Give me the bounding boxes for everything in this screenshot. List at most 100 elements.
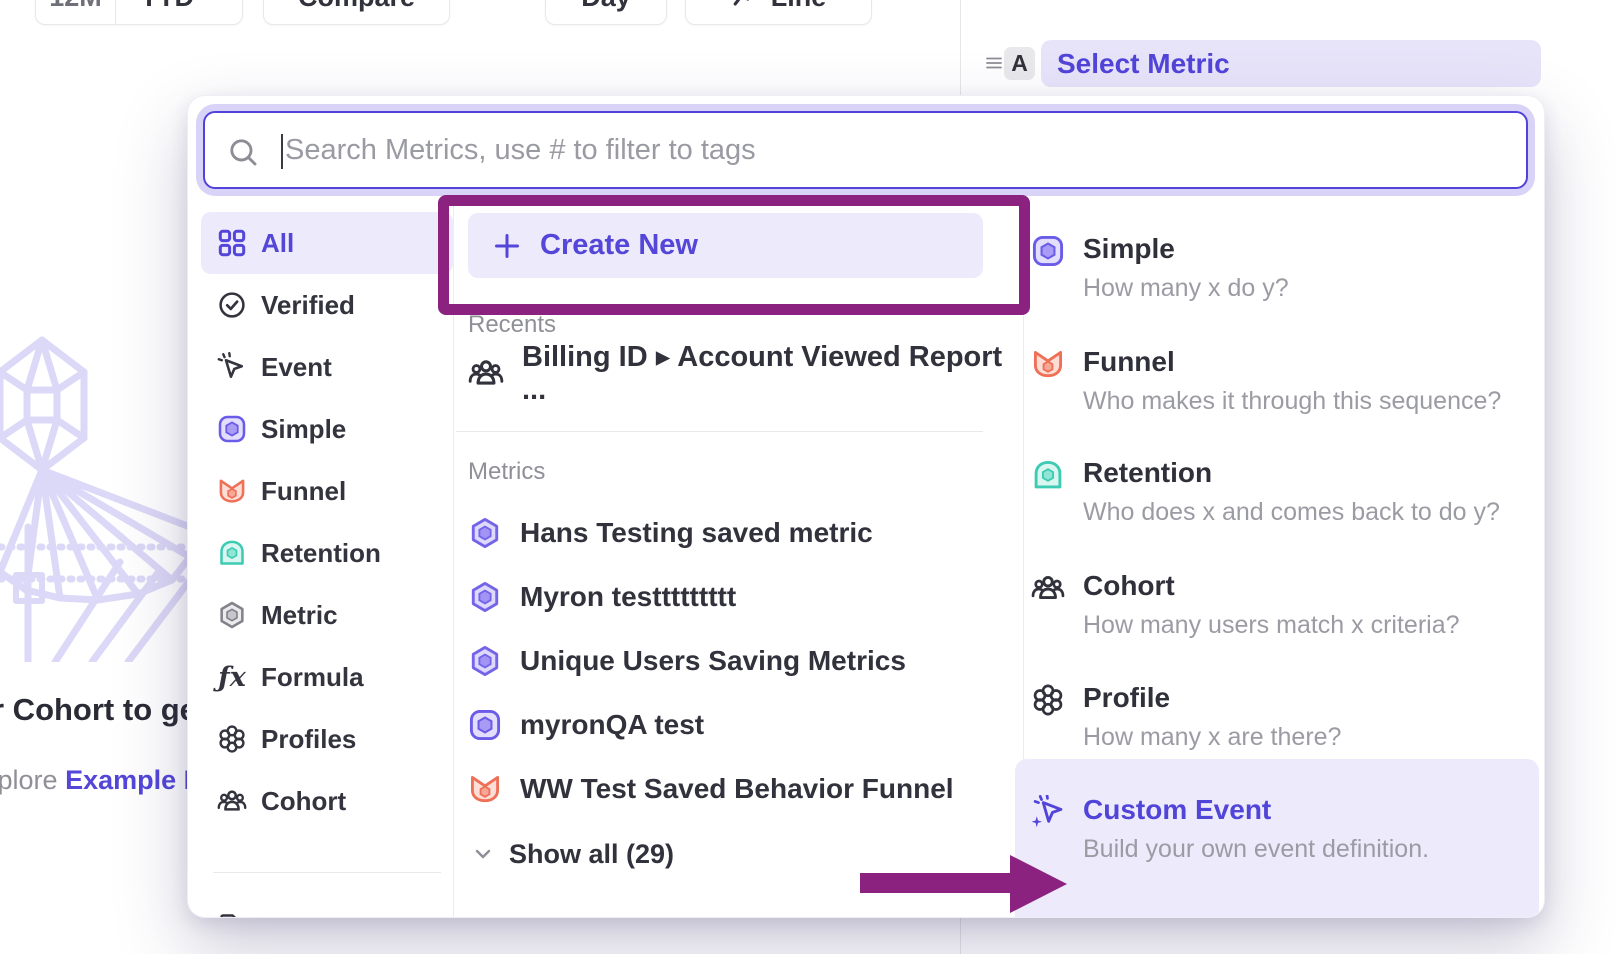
type-card-simple[interactable]: Simple How many x do y? — [1031, 232, 1511, 303]
empty-state-headline: r Cohort to ge — [0, 692, 197, 728]
metric-picker-screen: 12M YTD Compare Day Line A Select Metric — [0, 0, 1616, 954]
sidebar-item-event[interactable]: Event — [201, 336, 453, 398]
metric-type-sidebar: All Verified Event Simple Funnel Retenti… — [201, 212, 453, 918]
type-title: Profile — [1083, 681, 1511, 715]
sidebar-item-label: Cohort — [261, 786, 346, 817]
type-description: How many users match x criteria? — [1083, 610, 1511, 640]
day-label: Day — [581, 0, 631, 13]
type-title: Retention — [1083, 456, 1511, 490]
saved-metric-row[interactable]: Hans Testing saved metric — [468, 501, 1018, 565]
section-divider — [456, 431, 983, 432]
sidebar-item-profiles[interactable]: Profiles — [201, 708, 453, 770]
sidebar-item-label: Simple — [261, 414, 346, 445]
range-12m-label: 12M — [49, 0, 102, 13]
metric-search-box[interactable] — [203, 111, 1528, 189]
drag-handle-icon[interactable] — [984, 53, 1004, 73]
saved-metric-name: Myron testtttttttt — [520, 581, 736, 613]
funnel-icon — [217, 476, 247, 506]
sidebar-item-retention[interactable]: Retention — [201, 522, 453, 584]
sidebar-item-label: Retention — [261, 538, 381, 569]
explore-line: xplore Example R — [0, 765, 203, 796]
column-divider — [453, 206, 454, 917]
sidebar-item-label: Funnel — [261, 476, 346, 507]
range-12m-button[interactable]: 12M — [36, 0, 116, 24]
type-title: Cohort — [1083, 569, 1511, 603]
recent-item[interactable]: Billing ID ▸ Account Viewed Report ... — [468, 348, 1013, 398]
type-card-cohort[interactable]: Cohort How many users match x criteria? — [1031, 569, 1511, 640]
profiles-icon — [1031, 683, 1065, 717]
saved-metric-row[interactable]: myronQA test — [468, 693, 1018, 757]
simple-icon — [468, 708, 502, 742]
type-title: Simple — [1083, 232, 1511, 266]
type-card-retention[interactable]: Retention Who does x and comes back to d… — [1031, 456, 1511, 527]
cohort-people-icon — [217, 786, 247, 816]
sidebar-item-metric[interactable]: Metric — [201, 584, 453, 646]
example-reports-link[interactable]: Example R — [65, 765, 203, 795]
select-metric-pill[interactable]: Select Metric — [1041, 40, 1541, 87]
simple-icon — [217, 414, 247, 444]
sidebar-item-all[interactable]: All — [201, 212, 453, 274]
formula-icon: ƒx — [217, 662, 247, 693]
sidebar-item-label: All — [261, 228, 294, 259]
cohort-people-icon — [468, 355, 504, 391]
metric-hexagon-icon — [217, 600, 247, 630]
saved-metric-list: Hans Testing saved metric Myron testtttt… — [468, 501, 1018, 821]
type-description: Who makes it through this sequence? — [1083, 386, 1511, 416]
range-ytd-button[interactable]: YTD — [116, 0, 242, 24]
sidebar-item-simple[interactable]: Simple — [201, 398, 453, 460]
recent-item-label: Billing ID ▸ Account Viewed Report ... — [522, 339, 1013, 407]
show-all-toggle[interactable]: Show all (29) — [471, 834, 674, 874]
series-chip: A — [1004, 47, 1035, 80]
explore-text: xplore — [0, 765, 58, 795]
type-card-funnel[interactable]: Funnel Who makes it through this sequenc… — [1031, 345, 1511, 416]
line-label: Line — [771, 0, 827, 13]
metric-hexagon-icon — [468, 644, 502, 678]
verified-seal-icon — [217, 290, 247, 320]
create-new-button[interactable]: Create New — [468, 213, 983, 278]
custom-event-icon — [1031, 795, 1065, 829]
type-card-custom-event[interactable]: Custom Event Build your own event defini… — [1031, 793, 1511, 864]
chevron-down-icon — [202, 0, 218, 5]
line-chart-type-button[interactable]: Line — [685, 0, 872, 25]
retention-icon — [1031, 458, 1065, 492]
sidebar-item-funnel[interactable]: Funnel — [201, 460, 453, 522]
sidebar-item-label: Verified — [261, 290, 355, 321]
saved-metric-row[interactable]: Unique Users Saving Metrics — [468, 629, 1018, 693]
saved-metric-name: WW Test Saved Behavior Funnel — [520, 773, 954, 805]
sidebar-item-cohort[interactable]: Cohort — [201, 770, 453, 832]
date-range-control[interactable]: 12M YTD — [35, 0, 243, 25]
compare-button[interactable]: Compare — [263, 0, 450, 25]
profiles-icon — [217, 724, 247, 754]
event-cursor-icon — [217, 352, 247, 382]
sidebar-item-formula[interactable]: ƒx Formula — [201, 646, 453, 708]
type-title: Funnel — [1083, 345, 1511, 379]
saved-metric-row[interactable]: WW Test Saved Behavior Funnel — [468, 757, 1018, 821]
saved-metric-name: Unique Users Saving Metrics — [520, 645, 906, 677]
type-card-profile[interactable]: Profile How many x are there? — [1031, 681, 1511, 752]
day-granularity-button[interactable]: Day — [545, 0, 667, 25]
grid-icon — [217, 228, 247, 258]
sidebar-item-verified[interactable]: Verified — [201, 274, 453, 336]
metric-search-input[interactable] — [285, 117, 1515, 183]
series-letter: A — [1011, 50, 1028, 77]
metric-hexagon-icon — [468, 516, 502, 550]
saved-metric-row[interactable]: Myron testtttttttt — [468, 565, 1018, 629]
retention-icon — [217, 538, 247, 568]
sidebar-item-label: Event — [261, 352, 332, 383]
range-ytd-label: YTD — [140, 0, 194, 13]
cohort-people-icon — [1031, 571, 1065, 605]
select-metric-dropdown: All Verified Event Simple Funnel Retenti… — [187, 95, 1545, 918]
sidebar-item-label: Metric — [261, 600, 338, 631]
metrics-section-label: Metrics — [468, 458, 545, 486]
type-description: How many x do y? — [1083, 273, 1511, 303]
sidebar-item-tags[interactable]: Tags — [201, 895, 453, 918]
show-all-label: Show all (29) — [509, 839, 674, 870]
tag-icon — [217, 911, 247, 918]
line-chart-icon — [731, 0, 759, 11]
saved-metric-name: myronQA test — [520, 709, 704, 741]
type-description: Who does x and comes back to do y? — [1083, 497, 1511, 527]
create-new-label: Create New — [540, 229, 698, 262]
select-metric-label: Select Metric — [1057, 48, 1230, 80]
type-description: How many x are there? — [1083, 722, 1511, 752]
simple-icon — [1031, 234, 1065, 268]
